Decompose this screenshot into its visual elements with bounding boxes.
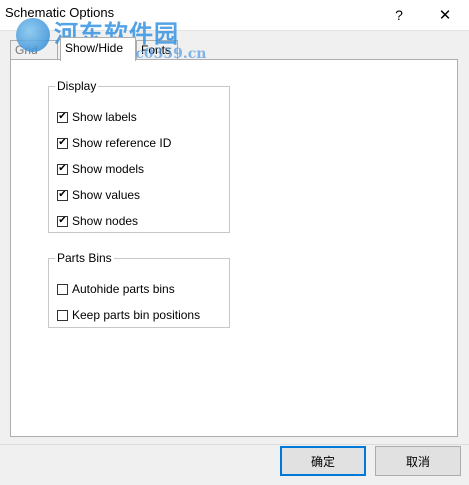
display-group-legend: Display (57, 79, 97, 93)
show-hide-panel: Display ✔ Show labels ✔ Show reference I… (10, 59, 458, 437)
window-title: Schematic Options (5, 5, 115, 20)
show-reference-id-option[interactable]: ✔ Show reference ID (57, 135, 171, 151)
keep-parts-bin-positions-label: Keep parts bin positions (72, 308, 201, 322)
ok-button[interactable]: 确定 (280, 446, 366, 476)
keep-parts-bin-positions-option[interactable]: Keep parts bin positions (57, 307, 200, 323)
show-models-label: Show models (72, 162, 145, 176)
tab-fonts[interactable]: Fonts (136, 40, 178, 60)
cancel-button[interactable]: 取消 (375, 446, 461, 476)
show-nodes-option[interactable]: ✔ Show nodes (57, 213, 138, 229)
keep-parts-bin-positions-checkbox[interactable] (57, 309, 68, 321)
button-area-divider (0, 444, 469, 445)
show-labels-checkbox[interactable]: ✔ (57, 111, 68, 123)
autohide-parts-bins-checkbox[interactable] (57, 283, 68, 295)
autohide-parts-bins-label: Autohide parts bins (72, 282, 175, 296)
parts-bins-legend: Parts Bins (57, 251, 112, 265)
show-values-label: Show values (72, 188, 141, 202)
show-labels-label: Show labels (72, 110, 137, 124)
show-values-checkbox[interactable]: ✔ (57, 189, 68, 201)
show-models-checkbox[interactable]: ✔ (57, 163, 68, 175)
tab-show-hide[interactable]: Show/Hide (60, 37, 136, 61)
show-labels-option[interactable]: ✔ Show labels (57, 109, 137, 125)
title-bar: Schematic Options ? ✕ (0, 0, 469, 31)
help-button[interactable]: ? (376, 0, 422, 30)
show-nodes-checkbox[interactable]: ✔ (57, 215, 68, 227)
show-models-option[interactable]: ✔ Show models (57, 161, 144, 177)
parts-bins-group: Parts Bins Autohide parts bins Keep part… (48, 251, 230, 328)
show-nodes-label: Show nodes (72, 214, 139, 228)
autohide-parts-bins-option[interactable]: Autohide parts bins (57, 281, 175, 297)
tab-grid[interactable]: Grid (10, 40, 58, 60)
display-group: Display ✔ Show labels ✔ Show reference I… (48, 79, 230, 233)
show-reference-id-checkbox[interactable]: ✔ (57, 137, 68, 149)
show-values-option[interactable]: ✔ Show values (57, 187, 140, 203)
show-reference-id-label: Show reference ID (72, 136, 172, 150)
close-button[interactable]: ✕ (422, 0, 468, 30)
